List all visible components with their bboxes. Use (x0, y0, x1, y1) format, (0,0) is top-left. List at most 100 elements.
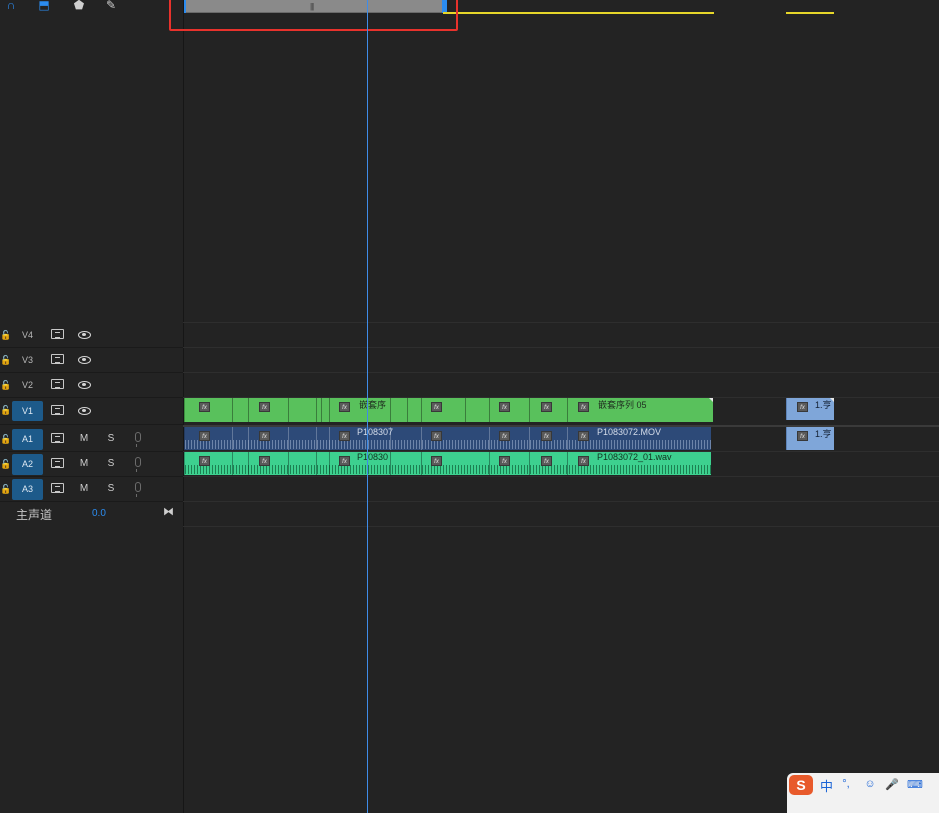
solo-button[interactable]: S (105, 432, 117, 446)
master-expand-icon[interactable]: ⧓ (163, 505, 174, 518)
clip-end-marker (830, 398, 834, 402)
punctuation-icon[interactable]: °, (839, 778, 853, 792)
emoji-icon[interactable]: ☺ (863, 778, 877, 792)
clip-name: 嵌套序 (359, 400, 387, 410)
voiceover-mic-icon[interactable] (135, 457, 141, 472)
fx-badge-icon: fx (499, 402, 510, 412)
fx-badge-icon: fx (797, 402, 808, 412)
settings-wrench-icon[interactable]: ✎ (104, 0, 118, 12)
track-target-label[interactable]: A2 (12, 454, 43, 475)
lock-icon[interactable]: 🔓 (0, 355, 11, 365)
eye-icon[interactable] (78, 407, 91, 415)
add-marker-icon[interactable]: ⬟ (72, 0, 86, 12)
a2-clip-group[interactable]: fx fx fx fx fx fx fx P10830 P1083072_01.… (184, 452, 711, 475)
v1-far-clip[interactable]: fx 1.亨 (786, 398, 834, 420)
fx-badge-icon: fx (431, 456, 442, 466)
fx-badge-icon: fx (259, 456, 270, 466)
lock-icon[interactable]: 🔓 (0, 405, 11, 415)
track-label[interactable]: V2 (12, 377, 43, 394)
highlight-box (169, 0, 458, 31)
fx-badge-icon: fx (578, 402, 589, 412)
sync-lock-icon[interactable] (51, 379, 64, 389)
fx-badge-icon: fx (541, 402, 552, 412)
track-label[interactable]: V4 (12, 327, 43, 344)
fx-badge-icon: fx (339, 402, 350, 412)
track-header-v4: 🔓 V4 (0, 323, 183, 348)
fx-badge-icon: fx (499, 431, 510, 441)
clip-name: P108307 (357, 427, 394, 437)
lock-icon[interactable]: 🔓 (0, 459, 11, 469)
mute-button[interactable]: M (78, 457, 90, 471)
timeline-panel: ∩ ⬒ ⬟ ✎ ||| 🔓 V4 🔓 V3 🔓 V2 🔓 V1 🔓 A1 M S… (0, 0, 939, 813)
v1-clip-group[interactable]: fx fx fx fx fx fx fx 嵌套序 嵌套序列 05 (184, 398, 713, 422)
clip-name: P1083072.MOV (597, 427, 662, 437)
sync-lock-icon[interactable] (51, 433, 64, 443)
lock-icon[interactable]: 🔓 (0, 434, 11, 444)
clip-name: P1083072_01.wav (597, 452, 672, 462)
track-separator (183, 501, 939, 502)
a1-far-clip[interactable]: fx 1.亨 (786, 427, 834, 450)
track-label[interactable]: V3 (12, 352, 43, 369)
playhead[interactable] (367, 0, 368, 813)
fx-badge-icon: fx (431, 402, 442, 412)
fx-badge-icon: fx (541, 431, 552, 441)
voiceover-mic-icon[interactable] (135, 482, 141, 497)
ime-language-toggle[interactable]: 中 (820, 776, 833, 795)
sync-lock-icon[interactable] (51, 458, 64, 468)
fx-badge-icon: fx (339, 431, 350, 441)
sync-lock-icon[interactable] (51, 354, 64, 364)
mute-button[interactable]: M (78, 432, 90, 446)
ime-toolbar[interactable]: S 中 °, ☺ 🎤 ⌨ (787, 773, 939, 813)
render-bar (443, 12, 714, 14)
fx-badge-icon: fx (339, 456, 350, 466)
master-track-label: 主声道 (16, 508, 53, 522)
clip-name: 1.亨 (815, 429, 832, 439)
fx-badge-icon: fx (431, 431, 442, 441)
lock-icon[interactable]: 🔓 (0, 484, 11, 494)
fx-badge-icon: fx (541, 456, 552, 466)
eye-icon[interactable] (78, 356, 91, 364)
lock-icon[interactable]: 🔓 (0, 380, 11, 390)
eye-icon[interactable] (78, 331, 91, 339)
voice-mic-icon[interactable]: 🎤 (885, 778, 899, 792)
render-bar (786, 12, 834, 14)
track-header-v2: 🔓 V2 (0, 373, 183, 398)
track-header-a2: 🔓 A2 M S (0, 452, 183, 477)
track-header-v1: 🔓 V1 (0, 398, 183, 425)
timeline-toolbar: ∩ ⬒ ⬟ ✎ (0, 0, 183, 14)
voiceover-mic-icon[interactable] (135, 432, 141, 447)
mute-button[interactable]: M (78, 482, 90, 496)
clip-name: P10830 (357, 452, 389, 462)
sync-lock-icon[interactable] (51, 405, 64, 415)
sync-lock-icon[interactable] (51, 329, 64, 339)
track-target-label[interactable]: A3 (12, 479, 43, 500)
fx-badge-icon: fx (259, 431, 270, 441)
fx-badge-icon: fx (499, 456, 510, 466)
solo-button[interactable]: S (105, 482, 117, 496)
fx-badge-icon: fx (199, 402, 210, 412)
fx-badge-icon: fx (578, 456, 589, 466)
track-header-a3: 🔓 A3 M S (0, 477, 183, 502)
lock-icon[interactable]: 🔓 (0, 330, 11, 340)
track-target-label[interactable]: A1 (12, 429, 43, 450)
solo-button[interactable]: S (105, 457, 117, 471)
track-header-a1: 🔓 A1 M S (0, 427, 183, 452)
fx-badge-icon: fx (578, 431, 589, 441)
sync-lock-icon[interactable] (51, 483, 64, 493)
keyboard-icon[interactable]: ⌨ (907, 778, 923, 792)
fx-badge-icon: fx (797, 431, 808, 441)
ime-logo[interactable]: S (789, 775, 813, 795)
track-separator (183, 476, 939, 477)
linked-selection-icon[interactable]: ⬒ (37, 0, 51, 12)
eye-icon[interactable] (78, 381, 91, 389)
track-separator (183, 347, 939, 348)
track-target-label[interactable]: V1 (12, 401, 43, 421)
snap-magnet-icon[interactable]: ∩ (4, 0, 18, 12)
fx-badge-icon: fx (259, 402, 270, 412)
clip-name: 嵌套序列 05 (598, 400, 647, 410)
clip-end-marker (709, 398, 713, 402)
track-header-v3: 🔓 V3 (0, 348, 183, 373)
master-volume-value[interactable]: 0.0 (92, 508, 106, 519)
fx-badge-icon: fx (199, 431, 210, 441)
a1-clip-group[interactable]: fx fx fx fx fx fx fx P108307 P1083072.MO… (184, 427, 711, 450)
